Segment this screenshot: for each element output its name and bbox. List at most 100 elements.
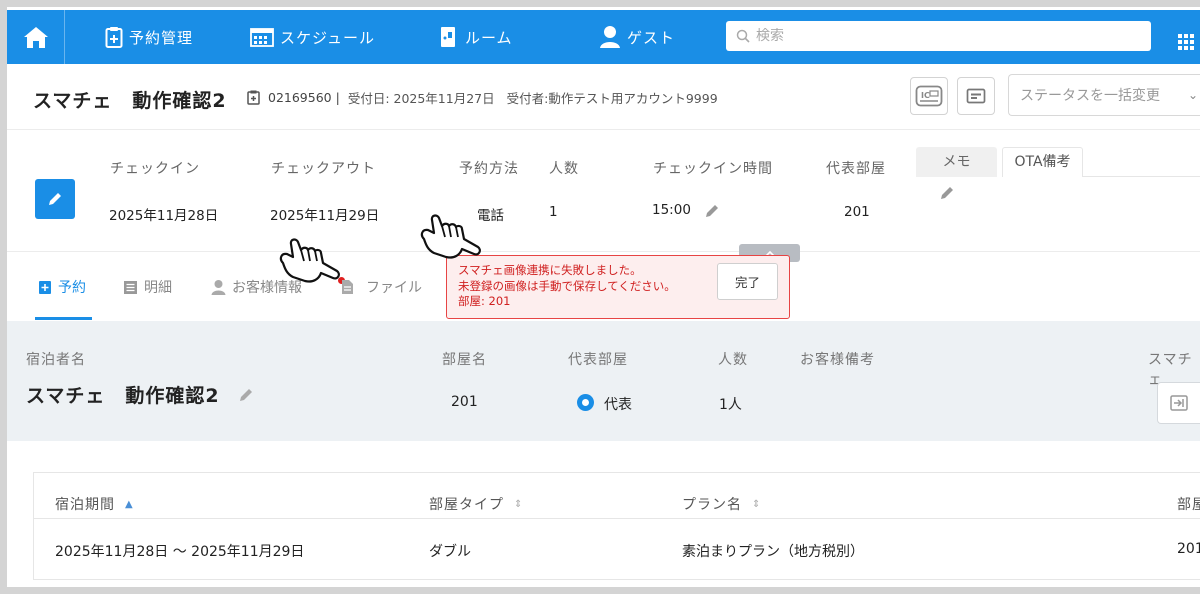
file-icon: [342, 280, 353, 294]
edit-checkin-time-icon[interactable]: [704, 203, 720, 219]
calendar-icon: [250, 28, 274, 47]
guest-title: スマチェ 動作確認2: [33, 90, 227, 112]
sort-icon: ⇕: [752, 498, 762, 510]
rep-room-radio[interactable]: [577, 394, 594, 411]
tab-files-label: ファイル: [366, 280, 422, 296]
nav-schedule[interactable]: スケジュール: [250, 10, 375, 64]
link-card-icon: [1170, 395, 1188, 411]
room-door-icon: [441, 27, 455, 47]
label-people: 人数: [549, 161, 579, 177]
column-header-label: 宿泊期間: [55, 497, 115, 513]
label-rep-room: 代表部屋: [568, 352, 628, 368]
guest-name: スマチェ 動作確認2: [26, 381, 254, 408]
label-checkout: チェックアウト: [271, 161, 376, 177]
cell-room: 201: [1177, 541, 1200, 557]
table-rule: [34, 518, 1200, 519]
key-card-button[interactable]: [957, 77, 995, 115]
app-window: 予約管理 スケジュール ルーム ゲスト 検索 スマチェ 動作確認2 021695…: [7, 7, 1200, 587]
value-rep-room: 201: [844, 204, 870, 220]
tab-rule: [1083, 176, 1200, 177]
value-checkout: 2025年11月29日: [270, 208, 380, 224]
nav-guests-label: ゲスト: [627, 28, 676, 47]
tab-ota-notes[interactable]: OTA備考: [1002, 147, 1083, 177]
ic-card-icon: IC: [915, 85, 943, 107]
nav-guests[interactable]: ゲスト: [599, 10, 675, 64]
cell-stay-period: 2025年11月28日 〜 2025年11月29日: [55, 544, 305, 560]
label-method: 予約方法: [459, 161, 519, 177]
home-button[interactable]: [7, 10, 65, 64]
edit-memo-icon[interactable]: [939, 185, 955, 201]
search-input[interactable]: [756, 28, 1136, 44]
column-header-label: プラン名: [682, 497, 742, 513]
guest-user-icon: [600, 26, 620, 48]
error-line-1: スマチェ画像連携に失敗しました。: [458, 263, 642, 277]
svg-text:IC: IC: [921, 91, 930, 100]
column-header-room-type[interactable]: 部屋タイプ ⇕: [429, 494, 523, 514]
top-nav: 予約管理 スケジュール ルーム ゲスト 検索: [7, 10, 1200, 64]
key-card-icon: [966, 88, 986, 104]
list-detail-icon: [124, 280, 137, 294]
done-button[interactable]: 完了: [717, 263, 778, 300]
bulk-status-placeholder: ステータスを一括変更: [1020, 88, 1160, 104]
ic-card-button[interactable]: IC: [910, 77, 948, 115]
value-checkin-time: 15:00: [652, 202, 691, 218]
clipboard-plus-icon: [105, 27, 123, 48]
reservation-meta: 02169560 | 受付日: 2025年11月27日 受付者:動作テスト用アカ…: [247, 88, 718, 107]
guest-people: 1人: [719, 397, 742, 413]
tab-reservation-label: 予約: [58, 280, 86, 296]
tab-memo[interactable]: メモ: [916, 147, 997, 177]
error-line-3: 部屋: 201: [458, 294, 511, 308]
value-checkin: 2025年11月28日: [109, 208, 219, 224]
error-notification: スマチェ画像連携に失敗しました。 未登録の画像は手動で保存してください。 部屋:…: [446, 255, 790, 319]
nav-reservations-label: 予約管理: [129, 28, 194, 47]
tab-details-label: 明細: [144, 280, 172, 296]
divider: [7, 129, 1200, 130]
pointing-hand-icon: [279, 238, 340, 283]
rep-room-label: 代表: [604, 397, 632, 413]
cell-plan: 素泊まりプラン（地方税別）: [682, 544, 864, 560]
reservation-number: 02169560 |: [268, 90, 340, 105]
tab-reservation[interactable]: 予約: [38, 277, 86, 297]
clipboard-plus-icon: [39, 281, 51, 294]
guest-room: 201: [451, 394, 478, 410]
nav-reservations[interactable]: 予約管理: [105, 10, 193, 64]
error-line-2: 未登録の画像は手動で保存してください。: [458, 278, 676, 293]
label-rep-room: 代表部屋: [826, 161, 886, 177]
column-header-label: 部屋タイプ: [429, 497, 504, 513]
apps-grid-icon[interactable]: [1178, 34, 1194, 50]
guest-name-text: スマチェ 動作確認2: [26, 385, 220, 407]
search-box[interactable]: [726, 21, 1151, 51]
column-header-room[interactable]: 部屋: [1177, 494, 1200, 514]
receiver: 受付者:動作テスト用アカウント9999: [506, 91, 718, 106]
label-guest-name: 宿泊者名: [26, 352, 86, 368]
edit-reservation-button[interactable]: [35, 179, 75, 219]
smache-link-button[interactable]: [1157, 382, 1200, 424]
label-people: 人数: [718, 352, 748, 368]
label-guest-notes: お客様備考: [800, 352, 875, 368]
cell-room-type: ダブル: [429, 544, 471, 560]
sort-icon: ⇕: [514, 498, 524, 510]
nav-rooms[interactable]: ルーム: [439, 10, 513, 64]
chevron-down-icon: ⌄: [1187, 88, 1198, 102]
guest-panel: 宿泊者名 部屋名 代表部屋 人数 お客様備考 スマチェ スマチェ 動作確認2 2…: [7, 321, 1200, 441]
value-people: 1: [549, 204, 558, 220]
error-message: スマチェ画像連携に失敗しました。 未登録の画像は手動で保存してください。 部屋:…: [458, 263, 676, 310]
bulk-status-select[interactable]: ステータスを一括変更 ⌄: [1008, 74, 1200, 116]
column-header-label: 部屋: [1177, 497, 1200, 513]
divider: [7, 251, 1200, 252]
label-room-name: 部屋名: [442, 352, 487, 368]
label-checkin-time: チェックイン時間: [653, 161, 773, 177]
stay-table: 宿泊期間 ▲ 部屋タイプ ⇕ プラン名 ⇕ 部屋 2025年11月28日 〜 2…: [33, 472, 1200, 580]
tab-files[interactable]: ファイル: [341, 277, 422, 297]
column-header-stay-period[interactable]: 宿泊期間 ▲: [55, 494, 134, 514]
pointing-hand-icon: [420, 214, 481, 259]
home-icon: [23, 27, 48, 48]
sort-icon: ▲: [125, 498, 134, 510]
column-header-plan[interactable]: プラン名 ⇕: [682, 494, 761, 514]
active-tab-indicator: [35, 317, 92, 320]
label-checkin: チェックイン: [110, 161, 200, 177]
reservation-id-icon: [247, 90, 260, 105]
nav-rooms-label: ルーム: [465, 28, 513, 47]
tab-details[interactable]: 明細: [123, 277, 172, 297]
edit-guest-name-icon[interactable]: [238, 387, 254, 403]
